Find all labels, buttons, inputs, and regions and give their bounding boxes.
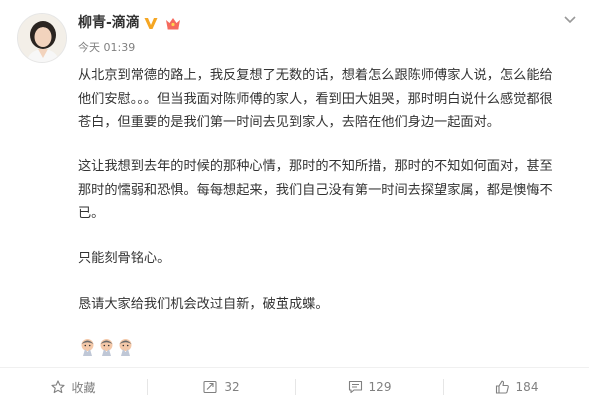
pray-emoji [78,337,97,356]
weibo-post-card: 柳青-滴滴 今天 01:39 从北京到常德的路上，我反复想了无数的话，想着怎么跟… [0,0,589,405]
like-button[interactable]: 184 [444,368,589,405]
repost-button[interactable]: 32 [148,368,295,405]
post-paragraph: 从北京到常德的路上，我反复想了无数的话，想着怎么跟陈师傅家人说，怎么能给他们安慰… [78,68,553,130]
repost-count: 32 [224,380,240,394]
repost-icon [203,380,217,394]
action-bar: 收藏 32 129 184 [0,367,589,405]
avatar-image [18,14,66,62]
post-paragraph: 只能刻骨铭心。 [78,251,171,266]
comment-count: 129 [368,380,392,394]
thumbs-up-icon [495,380,509,394]
favorite-label: 收藏 [71,380,96,395]
post-paragraph: 恳请大家给我们机会改过自新，破茧成蝶。 [78,297,329,312]
favorite-button[interactable]: 收藏 [0,368,147,405]
author-name[interactable]: 柳青-滴滴 [78,13,140,33]
pray-emoji [97,337,116,356]
avatar[interactable] [17,13,67,63]
post-timestamp[interactable]: 今天 01:39 [78,41,135,55]
verified-v-icon[interactable] [143,15,159,31]
emoji-row [78,337,135,357]
comment-button[interactable]: 129 [296,368,443,405]
like-count: 184 [515,380,539,394]
comment-icon [348,380,362,394]
star-icon [51,380,66,394]
vip-crown-icon[interactable] [164,15,182,31]
post-paragraph: 这让我想到去年的时候的那种心情，那时的不知所措，那时的不知如何面对，甚至那时的懦… [78,159,553,221]
pray-emoji [116,337,135,356]
chevron-down-icon[interactable] [562,11,578,27]
